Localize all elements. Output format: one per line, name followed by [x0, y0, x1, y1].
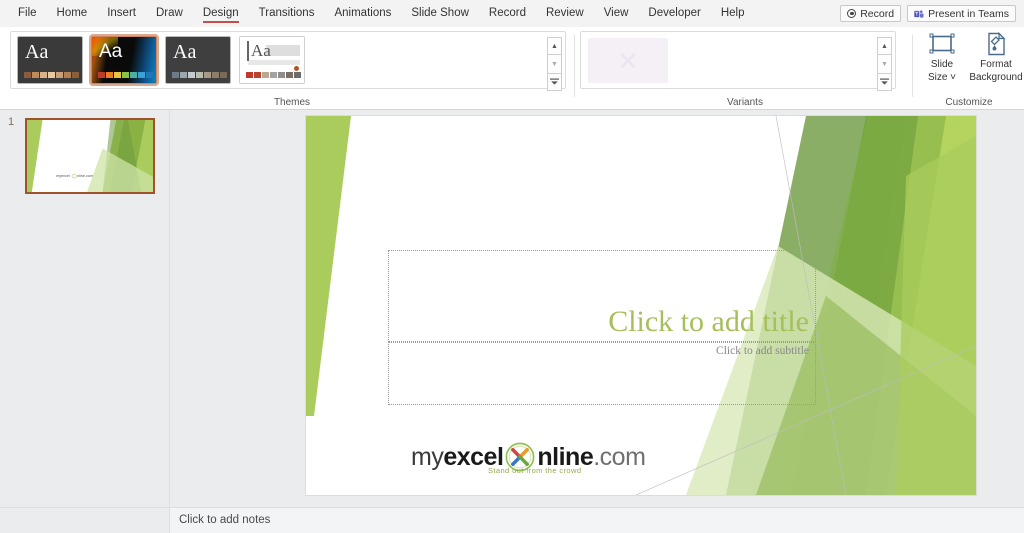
record-button-label: Record	[860, 7, 895, 20]
theme-thumbnail-light-minimal[interactable]: Aa	[239, 36, 305, 84]
themes-scroll-up-arrow[interactable]: ▲	[547, 37, 562, 55]
ribbon-tab-bar: File Home Insert Draw Design Transitions…	[0, 0, 1024, 27]
tab-record[interactable]: Record	[479, 0, 536, 27]
tab-animations[interactable]: Animations	[324, 0, 401, 27]
notes-bar-left-spacer	[0, 508, 170, 533]
theme-preview-accent-dot	[294, 66, 299, 71]
variants-more-dropdown[interactable]	[877, 73, 892, 91]
format-background-icon	[984, 31, 1008, 57]
logo-text-my: my	[411, 442, 444, 471]
tab-review[interactable]: Review	[536, 0, 594, 27]
logo-text-com: .com	[593, 442, 646, 471]
tab-view[interactable]: View	[594, 0, 639, 27]
title-placeholder-text: Click to add title	[608, 305, 809, 338]
more-dropdown-icon	[550, 78, 559, 85]
variants-gallery[interactable]: ✕ ▲ ▼	[580, 31, 896, 91]
theme-sample-text: Aa	[173, 41, 197, 63]
tab-home[interactable]: Home	[47, 0, 98, 27]
tab-slide-show[interactable]: Slide Show	[401, 0, 479, 27]
format-background-label-line1: Format	[980, 59, 1012, 70]
theme-sample-text: Aa	[247, 41, 271, 61]
themes-more-dropdown[interactable]	[547, 73, 562, 91]
slide-editing-stage: Click to add title Click to add subtitle…	[170, 110, 1024, 507]
subtitle-placeholder-text: Click to add subtitle	[716, 345, 809, 357]
slide-size-button[interactable]: Slide Size ˅	[918, 31, 966, 83]
slide-size-icon	[929, 31, 955, 57]
svg-text:myexcel: myexcel	[56, 174, 70, 178]
current-slide[interactable]: Click to add title Click to add subtitle…	[306, 116, 976, 495]
record-dot-icon	[847, 9, 857, 18]
tab-design[interactable]: Design	[193, 0, 249, 27]
ribbon: Aa Aa Aa Aa ▲ ▼ Themes ✕ ▲ ▼ Variants Sl…	[0, 27, 1024, 110]
present-in-teams-label: Present in Teams	[928, 7, 1009, 20]
variants-scroll-down-arrow[interactable]: ▼	[877, 55, 892, 73]
tab-insert[interactable]: Insert	[97, 0, 146, 27]
tab-help[interactable]: Help	[711, 0, 755, 27]
themes-thumbnail-strip: Aa Aa Aa Aa	[17, 34, 305, 86]
themes-gallery[interactable]: Aa Aa Aa Aa ▲ ▼	[10, 31, 566, 91]
tab-developer[interactable]: Developer	[638, 0, 710, 27]
theme-thumbnail-slate-grey[interactable]: Aa	[165, 36, 231, 84]
theme-swatch-row	[98, 72, 153, 78]
tab-bar-actions: Record Present in Teams	[840, 5, 1024, 22]
logo-tagline: Stand out from the crowd	[488, 466, 582, 475]
record-button[interactable]: Record	[840, 5, 902, 22]
tab-file[interactable]: File	[8, 0, 47, 27]
tab-draw[interactable]: Draw	[146, 0, 193, 27]
theme-swatch-row	[172, 72, 227, 78]
variants-scroll-up-arrow[interactable]: ▲	[877, 37, 892, 55]
notes-bar[interactable]: Click to add notes	[0, 507, 1024, 533]
present-in-teams-button[interactable]: Present in Teams	[907, 5, 1016, 22]
ribbon-tabs: File Home Insert Draw Design Transitions…	[0, 0, 755, 27]
variant-placeholder-x-icon: ✕	[617, 45, 639, 76]
slide-thumbnail-1[interactable]: myexcel nline.com	[25, 118, 155, 194]
ribbon-group-variants: ✕ ▲ ▼ Variants	[578, 27, 912, 110]
slide-size-label-line2: Size ˅	[927, 72, 957, 83]
workspace: 1 myexcel nline.com Click to add title C…	[0, 110, 1024, 507]
more-dropdown-icon	[880, 78, 889, 85]
group-separator	[574, 35, 575, 97]
powerpoint-window: File Home Insert Draw Design Transitions…	[0, 0, 1024, 533]
customize-group-label: Customize	[945, 97, 993, 108]
variants-scroll-buttons: ▲ ▼	[877, 37, 892, 93]
ribbon-group-themes: Aa Aa Aa Aa ▲ ▼ Themes	[8, 27, 576, 110]
notes-placeholder-text: Click to add notes	[179, 514, 271, 526]
theme-swatch-row	[24, 72, 79, 78]
slide-thumbnail-preview: myexcel nline.com	[27, 120, 153, 192]
theme-preview-bar	[266, 45, 300, 56]
title-placeholder[interactable]: Click to add title	[388, 250, 816, 342]
themes-scroll-down-arrow[interactable]: ▼	[547, 55, 562, 73]
slide-thumbnail-pane[interactable]: 1 myexcel nline.com	[0, 110, 170, 507]
theme-thumbnail-office-dark[interactable]: Aa	[17, 36, 83, 84]
svg-text:nline.com: nline.com	[77, 174, 93, 178]
customize-buttons: Slide Size ˅ Format Background	[918, 31, 1023, 83]
tab-transitions[interactable]: Transitions	[249, 0, 325, 27]
slide-size-label-line1: Slide	[930, 59, 954, 70]
format-background-button[interactable]: Format Background	[969, 31, 1023, 83]
group-separator	[912, 35, 913, 97]
slide-number-1: 1	[8, 116, 15, 128]
subtitle-placeholder[interactable]: Click to add subtitle	[388, 342, 816, 405]
format-background-label-line2: Background	[969, 72, 1023, 83]
theme-sample-text: Aa	[25, 41, 49, 63]
themes-scroll-buttons: ▲ ▼	[547, 37, 562, 93]
ribbon-group-customize: Slide Size ˅ Format Background Customize	[914, 27, 1024, 110]
theme-swatch-row	[246, 72, 301, 78]
theme-sample-text: Aa	[99, 41, 123, 62]
variant-thumbnail-1[interactable]: ✕	[588, 38, 668, 83]
variants-group-label: Variants	[727, 97, 763, 108]
teams-icon	[914, 9, 924, 18]
themes-group-label: Themes	[273, 97, 311, 108]
theme-thumbnail-berlin-black[interactable]: Aa	[89, 34, 159, 86]
